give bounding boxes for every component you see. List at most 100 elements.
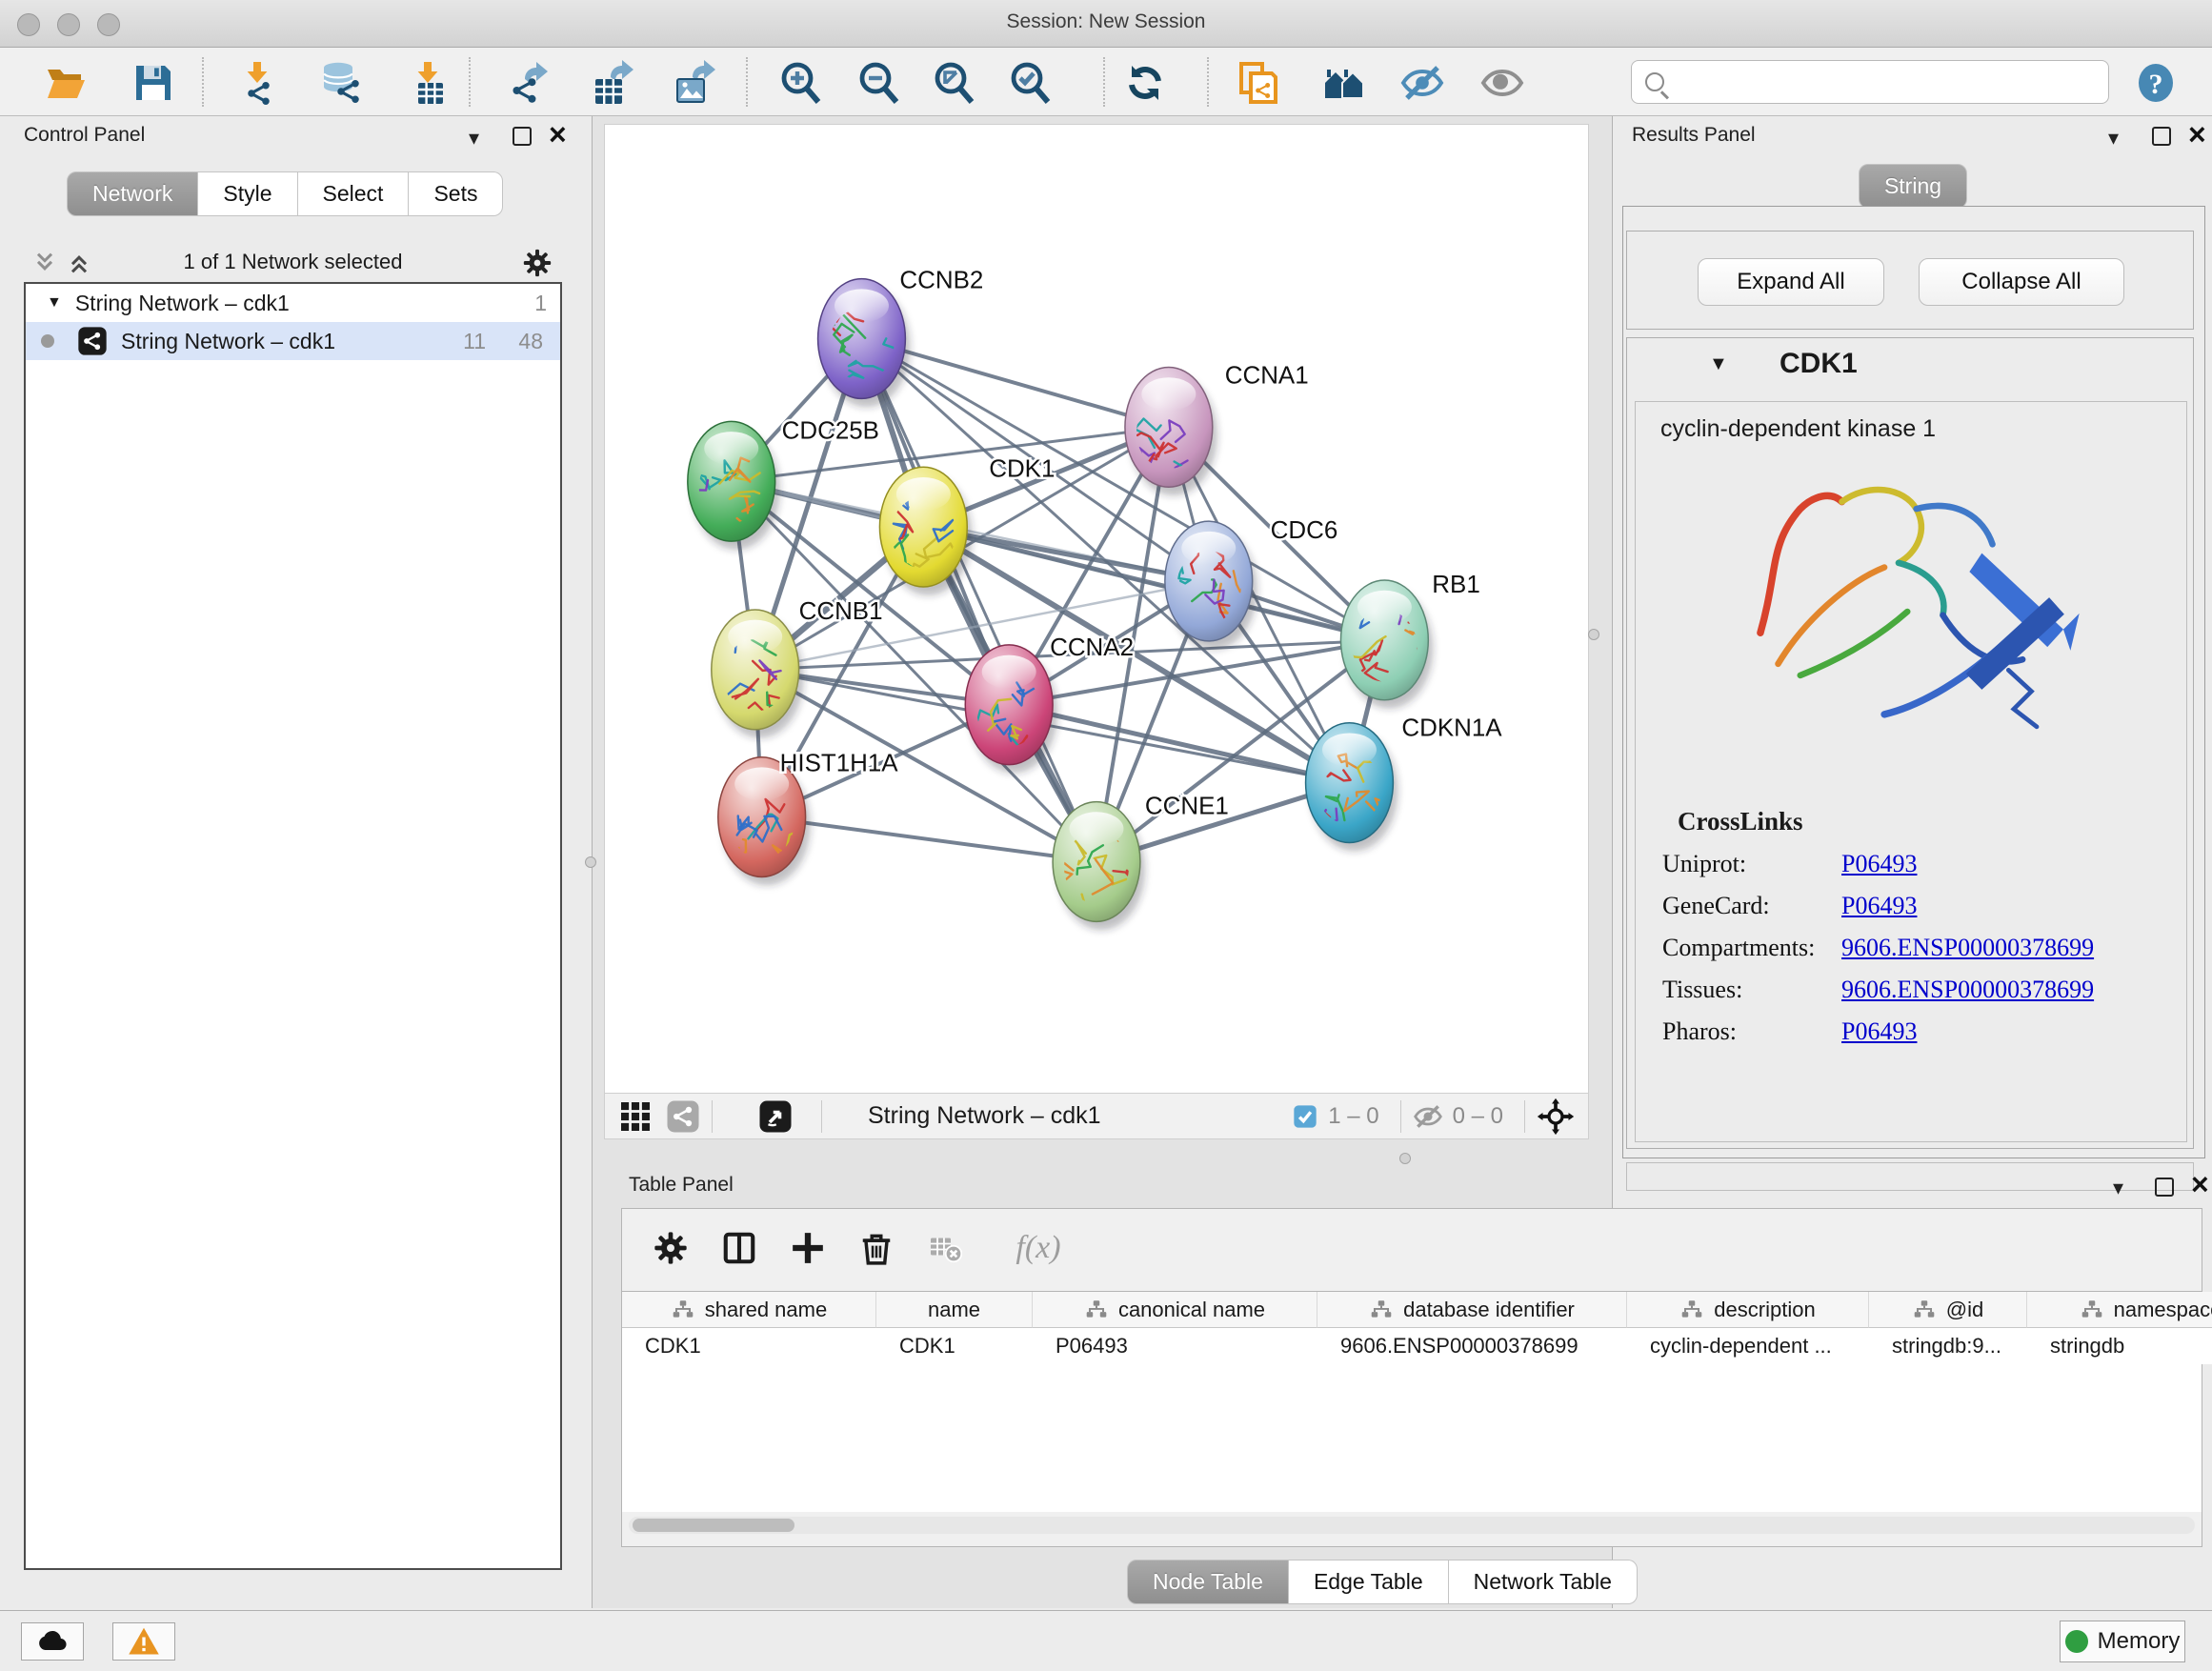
network-row[interactable]: String Network – cdk1 11 48 (26, 322, 560, 360)
table-cell[interactable]: stringdb (2027, 1328, 2212, 1364)
crosslink-link[interactable]: 9606.ENSP00000378699 (1841, 976, 2094, 1004)
delete-table-button[interactable] (919, 1222, 971, 1274)
open-in-string-icon[interactable] (758, 1099, 793, 1134)
node-label-HIST1H1A: HIST1H1A (780, 751, 899, 777)
node-CDC25B[interactable] (675, 421, 780, 550)
collapse-all-button[interactable]: Collapse All (1919, 258, 2124, 306)
selected-checkbox[interactable] (1292, 1103, 1318, 1130)
duplicate-network-button[interactable] (1231, 55, 1286, 111)
export-network-button[interactable] (501, 55, 556, 111)
column-header-shared-name[interactable]: shared name (622, 1292, 876, 1328)
first-neighbors-button[interactable] (1317, 55, 1372, 111)
panel-menu-icon[interactable]: ▾ (2113, 1178, 2123, 1198)
function-builder-button[interactable]: f(x) (995, 1222, 1081, 1274)
crosslink-link[interactable]: P06493 (1841, 1017, 1917, 1046)
memory-button[interactable]: Memory (2060, 1621, 2185, 1662)
node-CDK1[interactable] (873, 467, 972, 595)
table-cell[interactable]: CDK1 (876, 1328, 1033, 1364)
network-collection-row[interactable]: ▼ String Network – cdk1 1 (26, 284, 560, 322)
node-CCNB1[interactable] (712, 610, 804, 738)
column-header-namespace[interactable]: namespace (2027, 1292, 2212, 1328)
column-header-id[interactable]: @id (1869, 1292, 2027, 1328)
table-hscrollbar[interactable] (629, 1517, 2195, 1534)
import-network-file-button[interactable] (229, 55, 284, 111)
table-options-button[interactable] (645, 1222, 696, 1274)
warnings-button[interactable] (112, 1622, 175, 1661)
tab-node-table[interactable]: Node Table (1127, 1560, 1289, 1604)
panel-menu-icon[interactable]: ▾ (2108, 128, 2119, 149)
left-splitter-handle[interactable] (585, 856, 596, 868)
network-graph[interactable]: CCNB2CCNA1CDC25BCDK1CDC6RB1CCNB1CCNA2CDK… (605, 125, 1588, 1093)
crosslink-link[interactable]: 9606.ENSP00000378699 (1841, 934, 2094, 962)
export-table-button[interactable] (585, 55, 640, 111)
tab-string[interactable]: String (1859, 164, 1967, 209)
cloud-status-button[interactable] (21, 1622, 84, 1661)
node-CDKN1A[interactable] (1306, 723, 1398, 852)
protein-expander-icon[interactable]: ▼ (1709, 353, 1728, 375)
edge-CCNB2-CCNE1[interactable] (861, 339, 1096, 862)
apply-layout-button[interactable] (1117, 55, 1173, 111)
node-CDC6[interactable] (1165, 521, 1257, 650)
network-canvas[interactable]: CCNB2CCNA1CDC25BCDK1CDC6RB1CCNB1CCNA2CDK… (604, 124, 1589, 1094)
import-network-database-button[interactable] (312, 55, 368, 111)
close-panel-icon[interactable]: × (2191, 1174, 2209, 1195)
tab-select[interactable]: Select (298, 171, 410, 216)
table-cell[interactable]: stringdb:9... (1869, 1328, 2027, 1364)
crosslink-link[interactable]: P06493 (1841, 850, 1917, 878)
delete-columns-button[interactable] (851, 1222, 902, 1274)
help-button[interactable]: ? (2128, 55, 2183, 111)
column-header-database-identifier[interactable]: database identifier (1317, 1292, 1627, 1328)
tab-style[interactable]: Style (198, 171, 297, 216)
hidden-eye-slash-icon[interactable] (1413, 1101, 1443, 1132)
network-options-gear-icon[interactable] (521, 247, 553, 279)
pan-crosshair-icon[interactable] (1537, 1097, 1575, 1136)
tab-network-table[interactable]: Network Table (1449, 1560, 1638, 1604)
edge-HIST1H1A-CCNE1[interactable] (762, 817, 1096, 862)
tab-sets[interactable]: Sets (409, 171, 503, 216)
crosslink-link[interactable]: P06493 (1841, 892, 1917, 920)
column-header-description[interactable]: description (1627, 1292, 1869, 1328)
zoom-selected-button[interactable] (1003, 55, 1058, 111)
panel-menu-icon[interactable]: ▾ (469, 128, 479, 149)
bottom-splitter-handle[interactable] (1399, 1153, 1411, 1164)
show-all-button[interactable] (1475, 55, 1530, 111)
table-cell[interactable]: P06493 (1033, 1328, 1317, 1364)
string-panel-icon[interactable] (666, 1099, 700, 1134)
eye-icon (1479, 60, 1525, 106)
edge-CCNA2-CDKN1A[interactable] (1009, 705, 1349, 783)
float-panel-icon[interactable] (513, 127, 532, 146)
birdseye-grid-icon[interactable] (618, 1099, 653, 1134)
node-CCNE1[interactable] (1053, 802, 1145, 932)
float-panel-icon[interactable] (2152, 127, 2171, 146)
column-header-name[interactable]: name (876, 1292, 1033, 1328)
search-box[interactable] (1631, 60, 2109, 104)
export-image-button[interactable] (667, 55, 722, 111)
import-table-button[interactable] (400, 55, 455, 111)
table-hscrollbar-thumb[interactable] (633, 1519, 794, 1532)
open-session-button[interactable] (38, 55, 93, 111)
show-columns-button[interactable] (714, 1222, 765, 1274)
node-CCNA2[interactable] (965, 645, 1057, 774)
table-cell[interactable]: CDK1 (622, 1328, 876, 1364)
save-session-button[interactable] (126, 55, 181, 111)
create-column-button[interactable] (782, 1222, 834, 1274)
close-panel-icon[interactable]: × (549, 124, 567, 145)
table-cell[interactable]: cyclin-dependent ... (1627, 1328, 1869, 1364)
column-header-canonical-name[interactable]: canonical name (1033, 1292, 1317, 1328)
zoom-fit-button[interactable] (927, 55, 982, 111)
table-cell[interactable]: 9606.ENSP00000378699 (1317, 1328, 1627, 1364)
zoom-out-button[interactable] (852, 55, 907, 111)
node-CCNB2[interactable] (803, 279, 920, 408)
collection-expander-icon[interactable]: ▼ (47, 294, 62, 312)
results-scrollbar-track[interactable] (1626, 1162, 2194, 1191)
right-splitter-handle[interactable] (1588, 629, 1599, 640)
tab-network[interactable]: Network (67, 171, 198, 216)
search-input[interactable] (1672, 63, 2108, 101)
float-panel-icon[interactable] (2155, 1178, 2174, 1197)
expand-all-button[interactable]: Expand All (1698, 258, 1884, 306)
close-panel-icon[interactable]: × (2188, 124, 2206, 145)
zoom-in-button[interactable] (774, 55, 829, 111)
hide-selected-button[interactable] (1395, 55, 1450, 111)
tab-edge-table[interactable]: Edge Table (1289, 1560, 1449, 1604)
node-RB1[interactable] (1338, 580, 1434, 709)
